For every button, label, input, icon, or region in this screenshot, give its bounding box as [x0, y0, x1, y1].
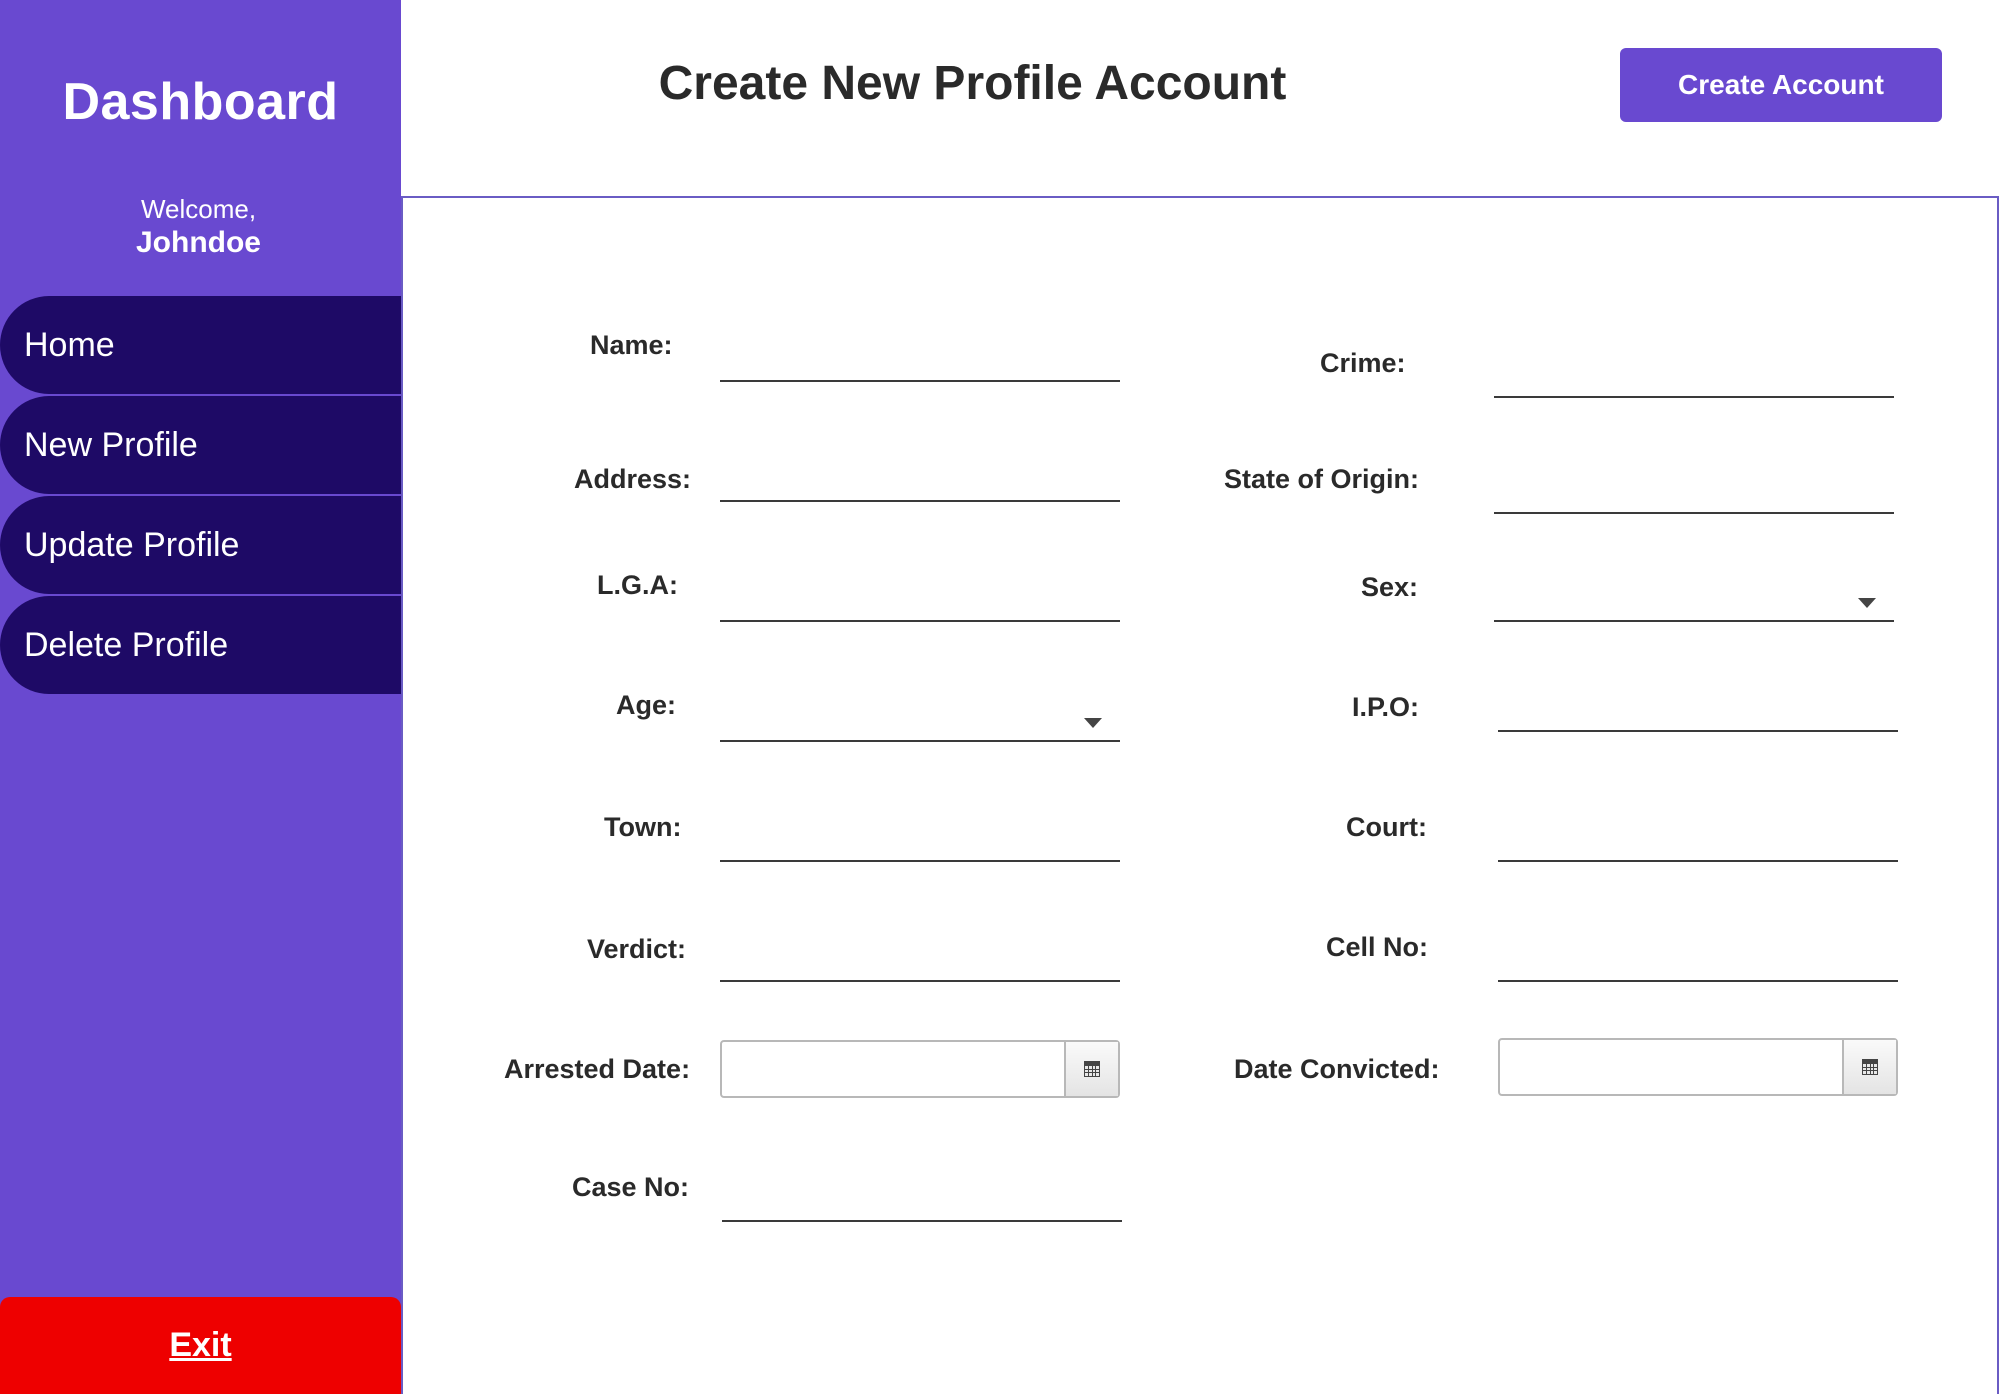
- verdict-label: Verdict:: [587, 934, 687, 964]
- nav-item-label: New Profile: [24, 425, 198, 464]
- exit-label: Exit: [169, 1326, 232, 1364]
- sex-select[interactable]: [1494, 588, 1894, 622]
- address-label: Address:: [574, 464, 692, 494]
- sidebar-title: Dashboard: [62, 73, 339, 131]
- page-title: Create New Profile Account: [658, 57, 1287, 110]
- court-label: Court:: [1346, 812, 1427, 842]
- calendar-icon: [1084, 1061, 1100, 1077]
- date-convicted-calendar-button[interactable]: [1842, 1040, 1896, 1094]
- cell-no-field[interactable]: [1498, 948, 1898, 982]
- welcome-text: Welcome,: [140, 194, 257, 224]
- nav-item-home[interactable]: Home: [0, 296, 401, 394]
- name-field[interactable]: [720, 348, 1120, 382]
- court-field[interactable]: [1498, 828, 1898, 862]
- town-field[interactable]: [720, 828, 1120, 862]
- address-field[interactable]: [720, 468, 1120, 502]
- age-label: Age:: [616, 690, 676, 720]
- arrested-date-label: Arrested Date:: [504, 1054, 691, 1084]
- state-of-origin-field[interactable]: [1494, 480, 1894, 514]
- nav-item-delete-profile[interactable]: Delete Profile: [0, 596, 401, 694]
- nav-item-new-profile[interactable]: New Profile: [0, 396, 401, 494]
- nav-item-label: Home: [24, 325, 115, 364]
- date-convicted-field[interactable]: [1500, 1040, 1844, 1094]
- nav-item-label: Delete Profile: [24, 625, 229, 664]
- crime-field[interactable]: [1494, 364, 1894, 398]
- lga-label: L.G.A:: [597, 570, 678, 600]
- crime-label: Crime:: [1320, 348, 1406, 378]
- age-select[interactable]: [720, 708, 1120, 742]
- arrested-date-calendar-button[interactable]: [1064, 1042, 1118, 1096]
- town-label: Town:: [604, 812, 682, 842]
- case-no-field[interactable]: [722, 1188, 1122, 1222]
- sidebar: Dashboard Welcome, Johndoe Home New Prof…: [0, 0, 401, 1394]
- cell-no-label: Cell No:: [1326, 932, 1429, 962]
- create-account-button[interactable]: Create Account: [1620, 48, 1942, 122]
- sex-label: Sex:: [1361, 572, 1419, 602]
- name-label: Name:: [590, 330, 673, 360]
- ipo-label: I.P.O:: [1352, 692, 1420, 722]
- chevron-down-icon: [1084, 718, 1102, 728]
- nav-item-update-profile[interactable]: Update Profile: [0, 496, 401, 594]
- exit-button[interactable]: Exit: [0, 1297, 401, 1394]
- calendar-icon: [1862, 1059, 1878, 1075]
- lga-field[interactable]: [720, 588, 1120, 622]
- arrested-date-picker[interactable]: [720, 1040, 1120, 1098]
- arrested-date-field[interactable]: [722, 1042, 1066, 1096]
- date-convicted-label: Date Convicted:: [1234, 1054, 1440, 1084]
- ipo-field[interactable]: [1498, 698, 1898, 732]
- chevron-down-icon: [1858, 598, 1876, 608]
- verdict-field[interactable]: [720, 948, 1120, 982]
- state-of-origin-label: State of Origin:: [1224, 464, 1419, 494]
- case-no-label: Case No:: [572, 1172, 690, 1202]
- username: Johndoe: [136, 226, 261, 259]
- date-convicted-picker[interactable]: [1498, 1038, 1898, 1096]
- nav-item-label: Update Profile: [24, 525, 240, 564]
